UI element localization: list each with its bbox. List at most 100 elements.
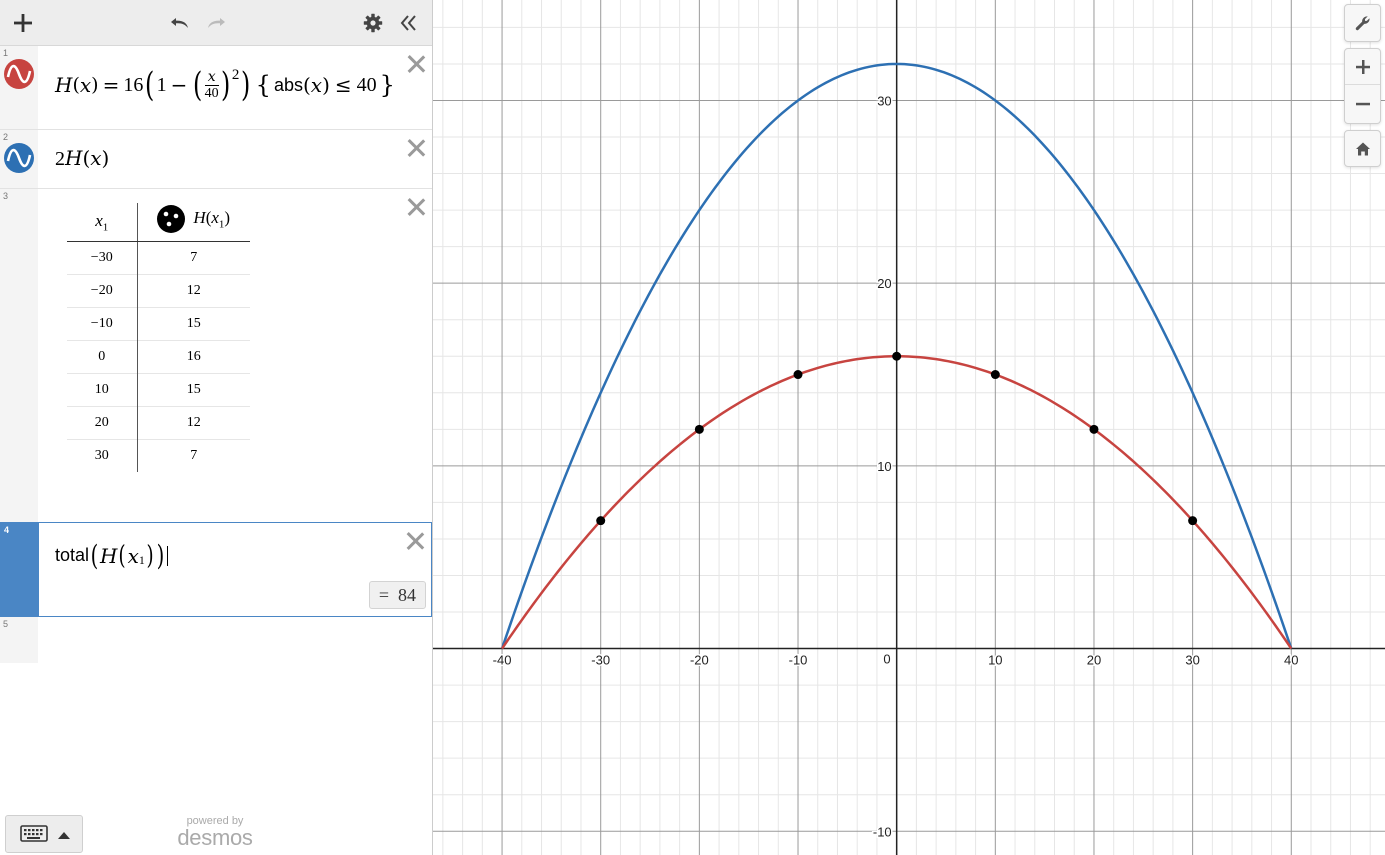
expression-gutter — [1, 523, 39, 616]
data-table[interactable]: x1 H(x1) −30 7 −20 12 −10 15 0 16 10 15 … — [67, 203, 250, 472]
redo-button[interactable] — [201, 8, 231, 38]
paren: ) — [322, 73, 330, 97]
table-cell-x[interactable]: −10 — [67, 306, 138, 340]
paren: ( — [72, 74, 80, 96]
equals-sign: = — [102, 73, 120, 97]
expression-item-5-empty[interactable]: 5 — [0, 617, 432, 663]
expression-math[interactable]: H ( x ) = 16 ( 1 − ( x 40 ) 2 ) { abs ( — [55, 65, 398, 105]
add-item-button[interactable] — [8, 8, 38, 38]
graph-style-icon[interactable] — [4, 59, 34, 89]
big-paren: ( — [90, 539, 99, 572]
table-cell-y[interactable]: 15 — [137, 306, 250, 340]
table-cell-x[interactable]: 30 — [67, 438, 138, 472]
function-name: total — [55, 545, 90, 565]
desmos-wordmark: desmos — [177, 825, 253, 850]
table-header-x[interactable]: x1 — [67, 203, 138, 242]
expression-number: 3 — [3, 191, 9, 201]
table-cell-x[interactable]: 0 — [67, 339, 138, 373]
major-grid — [433, 0, 1385, 855]
expression-number: 4 — [4, 525, 10, 535]
header-variable: x — [95, 210, 103, 230]
result-value: 84 — [398, 585, 416, 605]
paren: ) — [101, 146, 110, 170]
function-name: H — [65, 146, 83, 170]
graph-settings-control — [1344, 4, 1381, 42]
table-cell-y[interactable]: 12 — [137, 405, 250, 439]
minus-sign: − — [170, 73, 188, 97]
expression-list-panel: 1 H ( x ) = 16 ( 1 − ( x 40 ) 2) {abs … — [0, 0, 433, 855]
zoom-controls — [1344, 48, 1381, 124]
table-cell-y[interactable]: 15 — [137, 372, 250, 406]
big-paren: ) — [241, 65, 251, 105]
paren: ) — [91, 74, 99, 96]
fraction-denominator: 40 — [204, 85, 219, 101]
expression-item-1[interactable]: 1 H ( x ) = 16 ( 1 − ( x 40 ) 2) {abs … — [0, 46, 432, 130]
paren: ( — [118, 540, 127, 571]
caret-up-icon — [58, 832, 70, 839]
y-tick-label: -10 — [873, 824, 892, 839]
wrench-icon[interactable] — [1345, 5, 1380, 41]
table-cell-x[interactable]: 20 — [67, 405, 138, 439]
delete-expression-button[interactable] — [406, 54, 426, 74]
undo-button[interactable] — [165, 8, 195, 38]
function-name: H — [55, 73, 73, 97]
table-cell-x[interactable]: −30 — [67, 240, 138, 274]
table-cell-y[interactable]: 7 — [137, 438, 250, 472]
powered-by-desmos-logo[interactable]: powered by desmos — [172, 815, 258, 849]
collapse-list-button[interactable] — [394, 8, 424, 38]
zoom-in-button[interactable] — [1345, 49, 1380, 85]
table-header-y[interactable]: H(x1) — [137, 203, 250, 242]
constant: 1 — [156, 73, 167, 96]
table-cell-y[interactable]: 7 — [137, 240, 250, 274]
table-point — [694, 424, 704, 434]
table-cell-y[interactable]: 12 — [137, 273, 250, 307]
graph-paper[interactable]: -40 -30 -20 -10 0 10 20 30 40 -10 10 20 30 — [433, 0, 1385, 855]
keypad-toggle-button[interactable] — [5, 815, 83, 853]
big-paren: ) — [220, 65, 230, 105]
table-cell-y[interactable]: 16 — [137, 339, 250, 373]
graph-style-icon[interactable] — [4, 143, 34, 173]
settings-button[interactable] — [358, 8, 388, 38]
header-subscript: 1 — [102, 220, 109, 233]
delete-expression-button[interactable] — [406, 138, 426, 158]
keyboard-icon — [20, 825, 48, 842]
y-tick-label: 10 — [877, 459, 891, 474]
brace: } — [379, 71, 395, 99]
home-icon[interactable] — [1345, 131, 1380, 167]
le-sign: ≤ — [334, 73, 352, 97]
expression-item-4[interactable]: 4 total ( H ( x1 ) ) = 84 — [0, 522, 432, 617]
fraction-numerator: x — [204, 69, 219, 86]
table-point — [892, 351, 902, 361]
x-tick-label: -20 — [690, 653, 709, 668]
points-style-icon[interactable] — [157, 205, 186, 234]
delete-expression-button[interactable] — [406, 197, 426, 217]
table-cell-x[interactable]: 10 — [67, 372, 138, 406]
table-row: −20 12 — [67, 273, 250, 307]
delete-expression-button[interactable] — [405, 531, 425, 551]
table-row: 30 7 — [67, 438, 250, 472]
expression-math-input[interactable]: total ( H ( x1 ) ) — [55, 539, 168, 572]
expression-item-2[interactable]: 2 2H(x) — [0, 130, 432, 189]
y-tick-label: 20 — [877, 276, 891, 291]
fraction: x 40 — [205, 69, 219, 102]
default-viewport-control — [1344, 130, 1381, 167]
table-point — [793, 370, 803, 380]
coefficient: 16 — [123, 73, 144, 96]
table-row: −30 7 — [67, 240, 250, 274]
table-row: 0 16 — [67, 339, 250, 373]
variable: x — [127, 543, 139, 568]
zoom-out-button[interactable] — [1345, 86, 1380, 122]
big-paren: ( — [145, 65, 155, 105]
expression-item-3-table[interactable]: 3 x1 H(x1) −30 7 −20 12 −10 15 0 16 10 1… — [0, 189, 432, 522]
x-tick-label: 30 — [1185, 653, 1199, 668]
x-tick-label: -40 — [493, 653, 512, 668]
table-cell-x[interactable]: −20 — [67, 273, 138, 307]
minor-grid — [433, 0, 1385, 855]
text-cursor — [166, 545, 168, 566]
expression-number: 2 — [3, 132, 9, 142]
expression-math[interactable]: 2H(x) — [55, 146, 109, 171]
table-row: −10 15 — [67, 306, 250, 340]
x-tick-label: -30 — [591, 653, 610, 668]
x-tick-label: 40 — [1284, 653, 1298, 668]
table-row: 20 12 — [67, 405, 250, 439]
